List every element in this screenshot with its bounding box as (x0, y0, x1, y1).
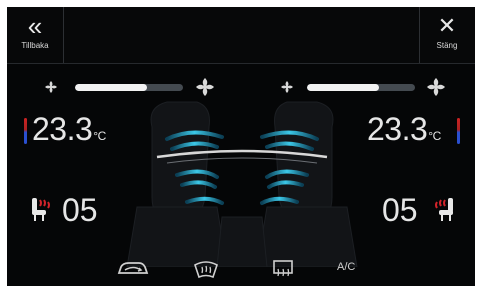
recirculation-icon[interactable] (115, 255, 151, 283)
seat-silhouettes (126, 101, 358, 267)
car-airflow-illustration (126, 101, 358, 267)
bottom-controls (7, 251, 475, 286)
back-label: Tillbaka (21, 41, 49, 50)
rear-defrost-icon[interactable] (272, 255, 294, 283)
close-label: Stäng (436, 41, 458, 50)
heated-seat-icon[interactable] (432, 196, 456, 222)
front-defrost-icon[interactable] (193, 255, 219, 283)
fan-speed-fill (307, 84, 380, 91)
temperature-gradient-left (24, 118, 27, 144)
passenger-temperature-value: 23.3 (367, 111, 428, 147)
chevron-double-left-icon: « (27, 11, 43, 41)
fan-speed-fill (75, 84, 148, 91)
top-bar: « Tillbaka ✕ Stäng (7, 7, 475, 64)
fan-speed-bar-left[interactable] (75, 84, 183, 91)
passenger-temperature[interactable]: 23.3°C (367, 111, 441, 148)
fan-large-icon[interactable] (196, 78, 214, 96)
climate-screen: « Tillbaka ✕ Stäng 23.3°C 23.3°C 05 05 A… (7, 7, 475, 286)
driver-temperature[interactable]: 23.3°C (32, 111, 106, 148)
temperature-unit: °C (93, 129, 106, 143)
fan-small-icon[interactable] (45, 81, 57, 93)
temperature-gradient-right (457, 118, 460, 144)
close-button[interactable]: ✕ Stäng (419, 7, 475, 63)
divider (63, 7, 64, 63)
divider (7, 63, 475, 64)
close-icon: ✕ (437, 13, 457, 38)
fan-small-icon[interactable] (281, 81, 293, 93)
driver-seat-heat-level[interactable]: 05 (62, 192, 98, 229)
back-button[interactable]: « Tillbaka (7, 7, 63, 63)
passenger-seat-heat-level[interactable]: 05 (382, 192, 418, 229)
temperature-unit: °C (428, 129, 441, 143)
ac-button[interactable]: A/C (337, 261, 355, 273)
fan-large-icon[interactable] (427, 78, 445, 96)
fan-speed-bar-right[interactable] (307, 84, 415, 91)
heated-seat-icon[interactable] (29, 196, 53, 222)
driver-temperature-value: 23.3 (32, 111, 93, 147)
